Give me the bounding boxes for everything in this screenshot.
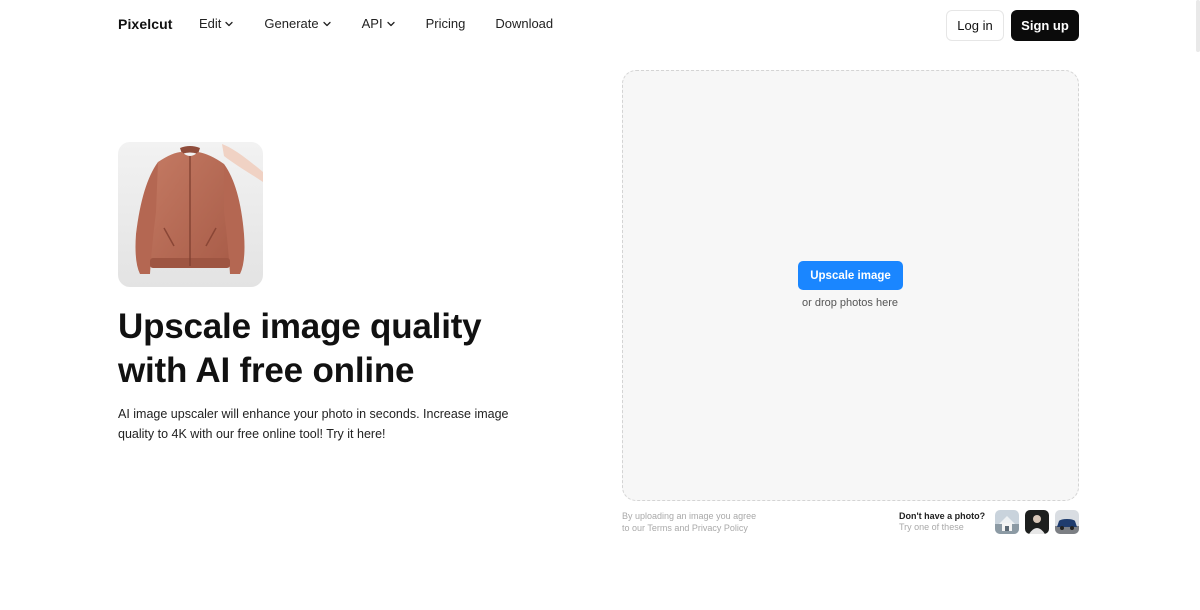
nav-pricing[interactable]: Pricing [426,16,466,31]
hero-jacket-image [118,142,263,287]
terms-line-1: By uploading an image you agree [622,511,757,521]
title-line-1: Upscale image quality [118,307,482,346]
terms-notice: By uploading an image you agree to our T… [622,510,822,534]
sample-prompt: Don't have a photo? Try one of these [899,510,999,533]
car-photo-icon [1055,510,1079,534]
nav-edit[interactable]: Edit [199,16,234,31]
sample-prompt-subtitle: Try one of these [899,522,964,532]
top-navigation: Pixelcut Edit Generate API Pricing Downl… [0,0,1200,52]
title-line-2: with AI free online [118,351,415,390]
login-button[interactable]: Log in [946,10,1004,41]
scrollbar[interactable] [1196,0,1200,52]
nav-api-label: API [361,16,383,31]
hero-description: AI image upscaler will enhance your phot… [118,407,509,441]
sample-person-photo[interactable] [1025,510,1049,534]
nav-download-label: Download [495,16,554,31]
nav-generate[interactable]: Generate [264,16,331,31]
chevron-down-icon [386,21,395,26]
upscale-image-button[interactable]: Upscale image [798,261,903,290]
nav-download[interactable]: Download [495,16,553,31]
nav-api[interactable]: API [362,16,396,31]
nav-generate-label: Generate [264,16,319,31]
house-photo-icon [995,510,1019,534]
chevron-down-icon [322,21,331,26]
page-title: Upscale image quality with AI free onlin… [118,305,578,393]
pixelcut-logo[interactable]: Pixelcut [118,16,173,32]
terms-line-2[interactable]: to our Terms and Privacy Policy [622,522,822,534]
drop-hint: or drop photos here [801,297,898,309]
nav-pricing-label: Pricing [425,16,466,31]
sample-car-photo[interactable] [1055,510,1079,534]
chevron-down-icon [225,21,234,26]
sample-house-photo[interactable] [995,510,1019,534]
sample-prompt-title: Don't have a photo? [899,511,986,521]
nav-edit-label: Edit [199,16,222,31]
signup-button[interactable]: Sign up [1011,10,1079,41]
person-photo-icon [1025,510,1049,534]
jacket-photo-icon [135,144,263,274]
main-nav: Edit Generate API Pricing Download [199,16,583,31]
